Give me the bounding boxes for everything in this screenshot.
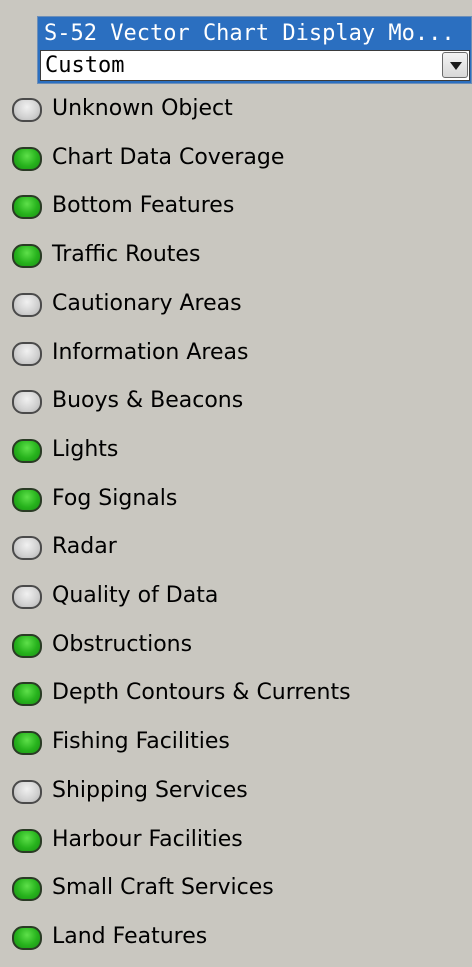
toggle-off-icon[interactable] <box>12 342 42 366</box>
layer-item[interactable]: Chart Data Coverage <box>10 137 470 175</box>
toggle-on-icon[interactable] <box>12 488 42 512</box>
toggle-on-icon[interactable] <box>12 147 42 171</box>
layer-item[interactable]: Depth Contours & Currents <box>10 672 470 710</box>
toggle-off-icon[interactable] <box>12 780 42 804</box>
layer-item[interactable]: Quality of Data <box>10 575 470 613</box>
layer-item[interactable]: Harbour Facilities <box>10 819 470 857</box>
layer-item[interactable]: Fog Signals <box>10 478 470 516</box>
display-mode-value: Custom <box>45 53 125 78</box>
dropdown-arrow-icon[interactable] <box>442 52 468 78</box>
layer-label: Depth Contours & Currents <box>52 680 351 705</box>
layer-label: Bottom Features <box>52 193 235 218</box>
toggle-on-icon[interactable] <box>12 195 42 219</box>
layer-item[interactable]: Buoys & Beacons <box>10 380 470 418</box>
layer-item[interactable]: Traffic Routes <box>10 234 470 272</box>
layer-label: Chart Data Coverage <box>52 145 285 170</box>
layer-item[interactable]: Small Craft Services <box>10 867 470 905</box>
layer-label: Shipping Services <box>52 778 248 803</box>
toggle-on-icon[interactable] <box>12 244 42 268</box>
layer-label: Information Areas <box>52 340 249 365</box>
toggle-off-icon[interactable] <box>12 585 42 609</box>
layer-label: Obstructions <box>52 632 193 657</box>
layer-label: Land Features <box>52 924 208 949</box>
toggle-off-icon[interactable] <box>12 536 42 560</box>
layer-item[interactable]: Bottom Features <box>10 185 470 223</box>
display-mode-title: S-52 Vector Chart Display Mo... <box>44 21 455 46</box>
layer-item[interactable]: Land Features <box>10 916 470 954</box>
toggle-off-icon[interactable] <box>12 390 42 414</box>
layer-item[interactable]: Shipping Services <box>10 770 470 808</box>
layer-label: Quality of Data <box>52 583 219 608</box>
layer-label: Fog Signals <box>52 486 178 511</box>
toggle-off-icon[interactable] <box>12 98 42 122</box>
layer-label: Cautionary Areas <box>52 291 242 316</box>
layer-item[interactable]: Cautionary Areas <box>10 283 470 321</box>
layer-item[interactable]: Lights <box>10 429 470 467</box>
layer-item[interactable]: Information Areas <box>10 332 470 370</box>
layer-item[interactable]: Obstructions <box>10 624 470 662</box>
layer-label: Lights <box>52 437 119 462</box>
layer-label: Fishing Facilities <box>52 729 230 754</box>
layer-item[interactable]: Unknown Object <box>10 88 470 126</box>
layer-label: Harbour Facilities <box>52 827 243 852</box>
layer-label: Unknown Object <box>52 96 233 121</box>
display-mode-select[interactable]: Custom <box>40 50 470 81</box>
layer-item[interactable]: Fishing Facilities <box>10 721 470 759</box>
toggle-on-icon[interactable] <box>12 877 42 901</box>
layer-label: Buoys & Beacons <box>52 388 244 413</box>
layer-label: Traffic Routes <box>52 242 201 267</box>
toggle-on-icon[interactable] <box>12 682 42 706</box>
display-mode-control[interactable]: S-52 Vector Chart Display Mo... Custom <box>37 16 472 84</box>
toggle-on-icon[interactable] <box>12 829 42 853</box>
layer-label: Small Craft Services <box>52 875 274 900</box>
layer-item[interactable]: Radar <box>10 526 470 564</box>
toggle-on-icon[interactable] <box>12 634 42 658</box>
toggle-off-icon[interactable] <box>12 293 42 317</box>
chart-layers-panel: S-52 Vector Chart Display Mo... Custom U… <box>0 0 472 967</box>
toggle-on-icon[interactable] <box>12 731 42 755</box>
toggle-on-icon[interactable] <box>12 439 42 463</box>
layer-label: Radar <box>52 534 117 559</box>
toggle-on-icon[interactable] <box>12 926 42 950</box>
